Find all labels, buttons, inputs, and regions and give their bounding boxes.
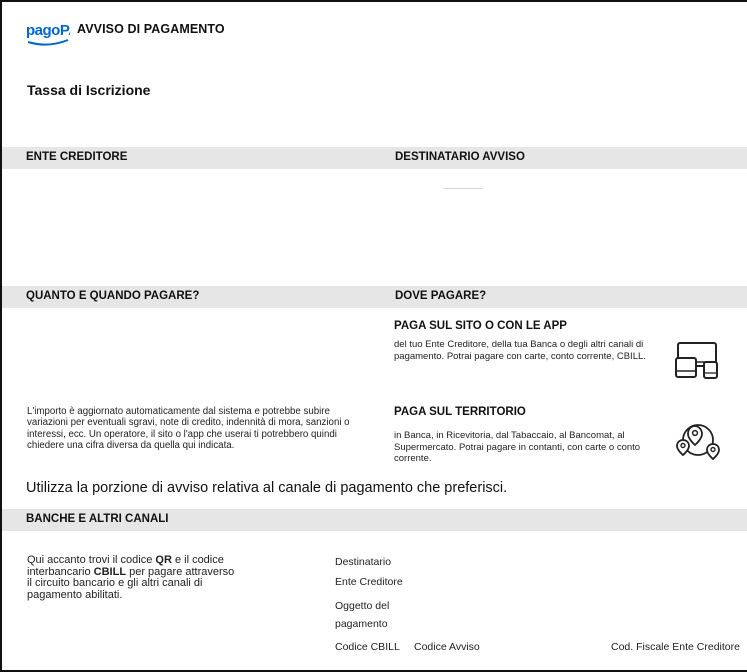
- banks-band: BANCHE E ALTRI CANALI: [2, 509, 747, 531]
- quanto-quando-heading: QUANTO E QUANDO PAGARE?: [26, 290, 200, 302]
- creditor-recipient-band: ENTE CREDITORE DESTINATARIO AVVISO: [2, 147, 747, 169]
- notice-title: AVVISO DI PAGAMENTO: [77, 22, 225, 36]
- channel-app-title: PAGA SUL SITO O CON LE APP: [394, 320, 567, 332]
- codice-avviso-label: Codice Avviso: [414, 641, 480, 653]
- channel-instruction: Utilizza la porzione di avviso relativa …: [26, 480, 508, 496]
- qr-keyword: QR: [155, 554, 172, 566]
- cod-fiscale-label: Cod. Fiscale Ente Creditore: [611, 641, 740, 653]
- ente-creditore-heading: ENTE CREDITORE: [26, 151, 128, 163]
- channel-territorio-description: in Banca, in Ricevitoria, dal Tabaccaio,…: [394, 430, 641, 464]
- devices-icon: [675, 342, 718, 379]
- destinatario-heading: DESTINATARIO AVVISO: [395, 151, 525, 163]
- faint-mark: [443, 188, 483, 189]
- intro-part: Qui accanto trovi il codice: [27, 554, 156, 566]
- dove-pagare-heading: DOVE PAGARE?: [395, 290, 487, 302]
- banche-heading: BANCHE E ALTRI CANALI: [26, 513, 169, 525]
- destinatario-label: Destinatario: [335, 556, 392, 568]
- amount-variation-note: L'importo è aggiornato automaticamente d…: [27, 406, 350, 452]
- ente-creditore-label: Ente Creditore: [335, 576, 403, 588]
- oggetto-label-line1: Oggetto del: [335, 600, 390, 612]
- map-pins-icon: [676, 424, 720, 461]
- channel-territorio-title: PAGA SUL TERRITORIO: [394, 406, 526, 418]
- payment-subject: Tassa di Iscrizione: [27, 82, 151, 98]
- channel-app-description: del tuo Ente Creditore, della tua Banca …: [394, 339, 646, 362]
- oggetto-label-line2: pagamento: [335, 618, 388, 630]
- bank-intro-text: Qui accanto trovi il codice QR e il codi…: [27, 554, 237, 601]
- codice-cbill-label: Codice CBILL: [335, 641, 400, 653]
- cbill-keyword: CBILL: [93, 565, 127, 578]
- pagopa-logo: pagoPA: [26, 22, 70, 46]
- svg-text:pagoPA: pagoPA: [26, 22, 70, 39]
- amount-where-band: QUANTO E QUANDO PAGARE? DOVE PAGARE?: [2, 286, 747, 308]
